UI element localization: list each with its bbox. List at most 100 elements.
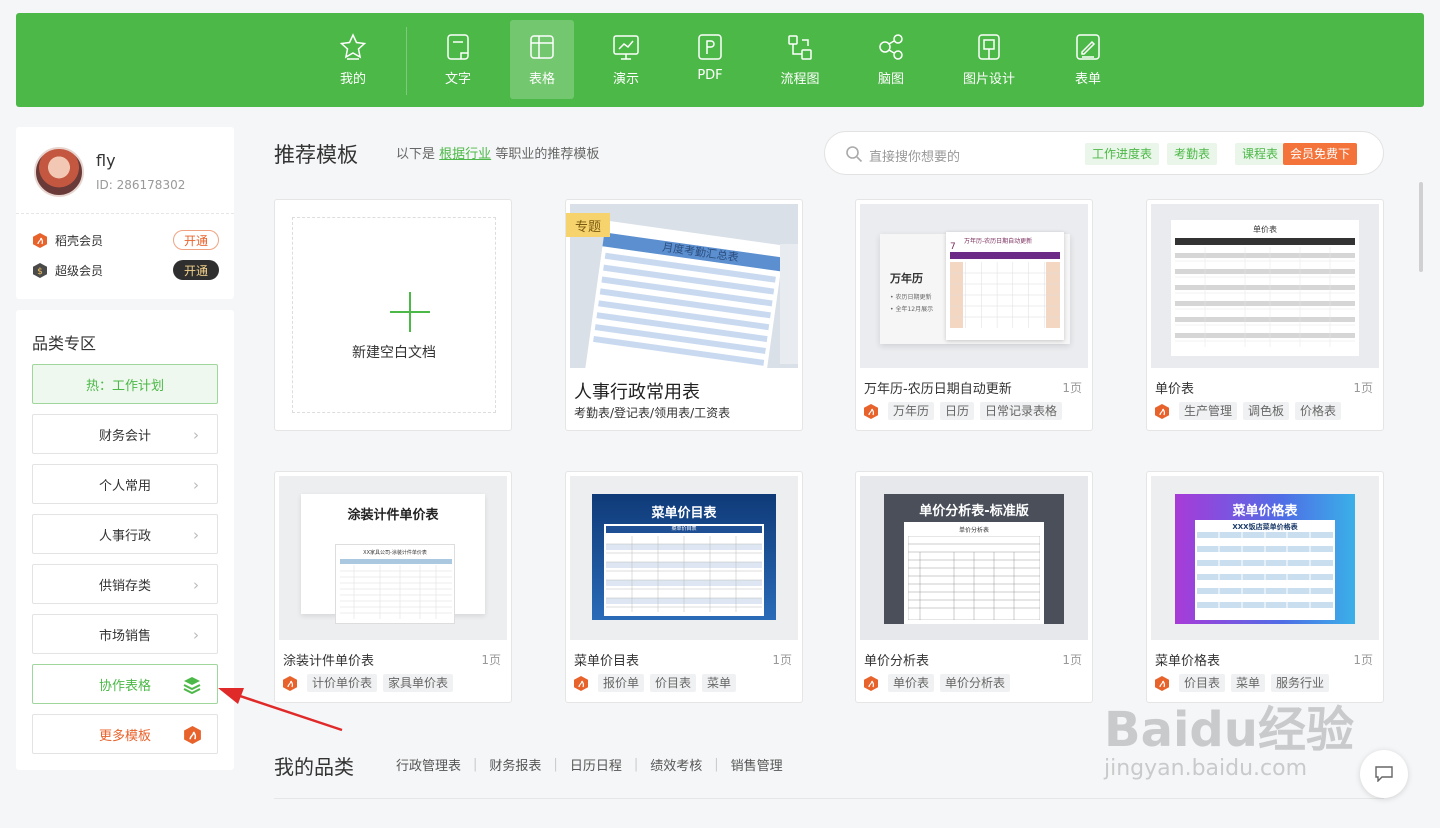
pdf-icon	[698, 34, 722, 60]
docer-logo-icon	[1155, 675, 1169, 691]
category-hr[interactable]: 人事行政 ›	[32, 514, 218, 554]
search-placeholder[interactable]: 直接搜你想要的	[869, 146, 960, 165]
template-tag[interactable]: 日常记录表格	[980, 402, 1063, 420]
thumbnail-page: 菜单价格表 XXX饭店菜单价格表	[1175, 494, 1355, 624]
open-super-vip-button[interactable]: 开通	[173, 260, 219, 280]
my-category-link[interactable]: 财务报表	[489, 755, 541, 774]
template-card[interactable]: 单价表 单价表 1页 生产管理 调色板 价格表	[1146, 199, 1384, 431]
category-label: 更多模板	[98, 728, 151, 744]
template-tag[interactable]: 价格表	[1295, 402, 1342, 420]
template-tag[interactable]: 生产管理	[1179, 402, 1238, 420]
my-category-link[interactable]: 日历日程	[570, 755, 622, 774]
search-box[interactable]: 直接搜你想要的 工作进度表 考勤表 课程表 会员免费下	[824, 131, 1384, 175]
thumbnail-bullet: 农历日期更新	[895, 294, 932, 301]
chevron-right-icon: ›	[193, 626, 199, 644]
template-tag[interactable]: 价目表	[650, 674, 697, 692]
template-card[interactable]: 单价分析表-标准版 单价分析表 单价分析表 1页 单价表 单价分析表	[855, 471, 1093, 703]
flowchart-icon	[788, 35, 812, 60]
my-category-link[interactable]: 行政管理表	[396, 755, 461, 774]
thumbnail-header	[340, 559, 452, 564]
docer-logo-icon	[184, 726, 201, 744]
my-categories-title: 我的品类	[274, 755, 354, 779]
chat-button[interactable]	[1360, 750, 1408, 798]
template-tag[interactable]: 菜单	[702, 674, 737, 692]
separator: |	[714, 757, 719, 772]
template-title: 菜单价目表	[574, 654, 640, 669]
nav-item-pdf[interactable]: PDF	[678, 20, 742, 99]
thumbnail-grid	[340, 565, 452, 619]
template-card[interactable]: 涂装计件单价表 XX家具公司-涂装计件单价表 涂装计件单价表 1页 计价单价表 …	[274, 471, 512, 703]
open-docer-vip-button[interactable]: 开通	[173, 230, 219, 250]
mindmap-icon	[879, 34, 903, 60]
template-thumbnail: 万年历 • 农历日期更新 • 全年12月展示 万年历-农历日期自动更新 7	[860, 204, 1088, 368]
template-tag[interactable]: 报价单	[598, 674, 645, 692]
thumbnail-bullet: 全年12月展示	[895, 306, 934, 313]
thumbnail-subtitle: 菜单价目表	[606, 526, 762, 533]
thumbnail-title: 单价分析表-标准版	[919, 504, 1029, 519]
nav-item-mindmap[interactable]: 脑图	[859, 20, 923, 99]
template-thumbnail: 涂装计件单价表 XX家具公司-涂装计件单价表	[279, 476, 507, 640]
chevron-right-icon: ›	[193, 526, 199, 544]
category-finance[interactable]: 财务会计 ›	[32, 414, 218, 454]
template-tag[interactable]: 单价表	[888, 674, 935, 692]
template-pages: 1页	[481, 653, 501, 667]
category-collab-sheet[interactable]: 协作表格	[32, 664, 218, 704]
chat-icon	[1375, 766, 1393, 782]
thumbnail-grid	[1197, 532, 1333, 616]
user-id: ID: 286178302	[96, 178, 186, 192]
new-doc-label: 新建空白文档	[352, 345, 436, 361]
docer-logo-icon	[574, 675, 588, 691]
avatar[interactable]	[34, 147, 84, 197]
template-tag[interactable]: 万年历	[888, 402, 935, 420]
template-title: 涂装计件单价表	[283, 654, 375, 669]
nav-item-flowchart[interactable]: 流程图	[768, 20, 832, 99]
template-tag[interactable]: 单价分析表	[940, 674, 1011, 692]
template-card[interactable]: 万年历 • 农历日期更新 • 全年12月展示 万年历-农历日期自动更新 7 万年…	[855, 199, 1093, 431]
subtitle-suffix: 等职业的推荐模板	[495, 147, 600, 162]
nav-item-spreadsheet[interactable]: 表格	[510, 20, 574, 99]
template-tag[interactable]: 日历	[940, 402, 975, 420]
scrollbar-thumb[interactable]	[1419, 182, 1423, 272]
top-nav-bar: 我的 文字 表格 演示 PDF 流程图 脑图 图片设计 表单	[16, 13, 1424, 107]
template-card-featured[interactable]: 月度考勤汇总表 专题 人事行政常用表 考勤表/登记表/领用表/工资表	[565, 199, 803, 431]
thumbnail-subtitle: XX家具公司-涂装计件单价表	[363, 550, 427, 556]
membership-label: 超级会员	[55, 263, 104, 278]
thumbnail-page: 单价表	[1171, 220, 1359, 356]
new-blank-document-card[interactable]: 新建空白文档	[274, 199, 512, 431]
category-hot[interactable]: 热：工作计划	[32, 364, 218, 404]
thumbnail-title: 单价表	[1253, 225, 1277, 234]
separator: |	[633, 757, 639, 772]
nav-item-writer[interactable]: 文字	[426, 20, 490, 99]
template-thumbnail: 单价表	[1151, 204, 1379, 368]
template-title: 单价分析表	[864, 654, 930, 669]
template-tag[interactable]: 调色板	[1243, 402, 1290, 420]
my-category-link[interactable]: 绩效考核	[650, 755, 702, 774]
member-free-download-button[interactable]: 会员免费下	[1283, 143, 1358, 165]
industry-link[interactable]: 根据行业	[439, 147, 491, 162]
search-tag-attendance[interactable]: 考勤表	[1167, 143, 1218, 165]
search-tag-progress[interactable]: 工作进度表	[1085, 143, 1160, 165]
nav-item-form[interactable]: 表单	[1056, 20, 1120, 99]
category-supply[interactable]: 供销存类 ›	[32, 564, 218, 604]
template-tag[interactable]: 家具单价表	[383, 674, 454, 692]
template-card[interactable]: 菜单价格表 XXX饭店菜单价格表 菜单价格表 1页 价目表 菜单 服务行业	[1146, 471, 1384, 703]
watermark-url: jingyan.baidu.com	[1104, 756, 1308, 781]
search-tag-schedule[interactable]: 课程表	[1235, 143, 1286, 165]
category-more-templates[interactable]: 更多模板	[32, 714, 218, 754]
nav-item-image-design[interactable]: 图片设计	[951, 20, 1027, 99]
docer-logo-icon	[864, 403, 878, 419]
nav-label: 表单	[1074, 72, 1101, 87]
category-personal[interactable]: 个人常用 ›	[32, 464, 218, 504]
category-label: 市场销售	[98, 628, 151, 644]
template-card[interactable]: 菜单价目表 菜单价目表 菜单价目表 1页 报价单 价目表 菜单	[565, 471, 803, 703]
subtitle-prefix: 以下是	[396, 147, 436, 162]
nav-item-mine[interactable]: 我的	[321, 20, 385, 99]
template-tags: 报价单 价目表 菜单	[574, 674, 742, 692]
category-label: 个人常用	[98, 478, 151, 494]
docer-logo-icon	[1155, 403, 1169, 419]
nav-item-presentation[interactable]: 演示	[594, 20, 658, 99]
chevron-right-icon: ›	[193, 426, 199, 444]
category-marketing[interactable]: 市场销售 ›	[32, 614, 218, 654]
thumbnail-page: 涂装计件单价表 XX家具公司-涂装计件单价表	[301, 494, 485, 624]
my-category-link[interactable]: 销售管理	[731, 755, 783, 774]
